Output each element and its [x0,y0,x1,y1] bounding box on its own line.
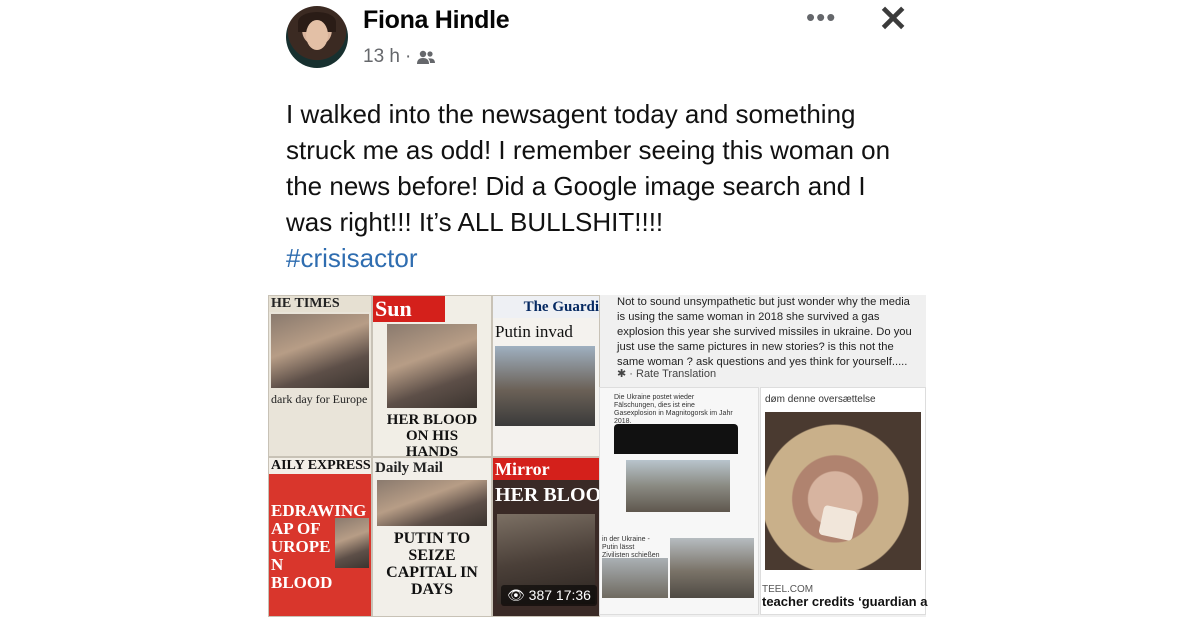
more-options-button[interactable]: ••• [806,2,836,33]
front-page-photo [387,324,477,408]
times-masthead: HE TIMES [269,296,371,312]
hashtag-link[interactable]: #crisisactor [286,240,916,276]
mail-headline: PUTIN TO SEIZE CAPITAL IN DAYS [386,530,478,598]
rate-translation-link[interactable]: ✱ · Rate Translation [617,367,716,380]
front-page-photo [377,480,487,526]
german-caption: Die Ukraine postet wieder Fälschungen, d… [614,394,733,425]
separator: · [404,46,412,67]
sun-masthead: Sun [373,296,445,322]
facebook-post: Fiona Hindle 13 h · ••• ✕ I walked into … [268,0,928,630]
express-front-page: AILY EXPRESS EDRAWING AP OF UROPE N BLOO… [268,457,372,617]
author-name[interactable]: Fiona Hindle [363,6,510,35]
post-body: I walked into the newsagent today and so… [286,99,891,237]
mail-masthead: Daily Mail [373,458,491,478]
mail-front-page: Daily Mail PUTIN TO SEIZE CAPITAL IN DAY… [372,457,492,617]
german-caption-2: in der Ukraine - Putin lässt Zivilisten … [602,536,660,559]
comment-text: Not to sound unsympathetic but just wond… [617,296,912,368]
mirror-headline: HER BLOO [495,484,600,506]
sun-headline: HER BLOOD ON HIS HANDS [386,412,478,457]
views-count: 387 17:36 [528,587,591,603]
mirror-masthead: Mirror [493,458,599,480]
express-masthead: AILY EXPRESS [269,458,371,474]
guardian-masthead: The Guardi [493,296,599,318]
guardian-headline: Putin invad [495,322,573,341]
guardian-front-page: The Guardi Putin invad [492,295,600,457]
injured-woman-photo [765,412,921,570]
ruins-photo [602,558,668,598]
times-front-page: HE TIMES dark day for Europe [268,295,372,457]
friends-icon [417,50,436,64]
gear-icon: ✱ [617,368,630,380]
eye-icon: 👁 [507,587,529,603]
express-headline: EDRAWING AP OF UROPE N BLOOD [271,501,367,592]
video-thumbnail [614,424,738,454]
front-page-photo [495,346,595,426]
front-page-photo [335,518,369,568]
video-views-badge: 👁 387 17:36 [501,585,597,606]
front-page-photo [271,314,369,388]
avatar[interactable] [286,6,348,68]
article-headline: teacher credits ‘guardian a [762,594,928,609]
news-article-card: døm denne oversættelse [760,387,926,615]
post-time[interactable]: 13 h [363,46,400,68]
german-post-screenshot: Die Ukraine postet wieder Fälschungen, d… [599,387,759,615]
translation-header: døm denne oversættelse [765,394,876,405]
close-button[interactable]: ✕ [878,0,908,40]
post-meta: 13 h · [363,46,436,68]
times-headline: dark day for Europe [271,392,368,406]
post-image[interactable]: HE TIMES dark day for Europe Sun HER BLO… [268,295,928,617]
ruins-photo [670,538,754,598]
building-photo [626,460,730,512]
post-text: I walked into the newsagent today and so… [286,96,916,276]
sun-front-page: Sun HER BLOOD ON HIS HANDS [372,295,492,457]
avatar-face [306,20,328,50]
rate-translation-label: · Rate Translation [629,368,717,380]
